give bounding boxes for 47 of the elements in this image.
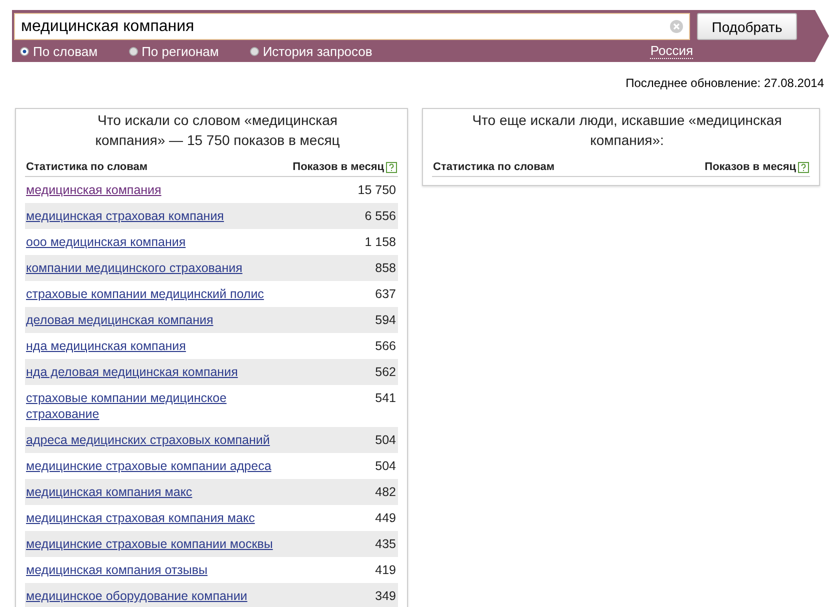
count-cell: 449	[375, 510, 396, 526]
phrase-link[interactable]: медицинская компания макс	[26, 484, 192, 500]
phrase-link[interactable]: медицинское оборудование компании	[26, 588, 248, 604]
help-icon[interactable]	[386, 162, 397, 172]
count-cell: 6 556	[364, 208, 396, 224]
phrase-link[interactable]: медицинские страховые компании адреса	[26, 458, 272, 474]
count-cell: 349	[375, 588, 396, 604]
count-cell: 419	[375, 562, 396, 578]
count-cell: 562	[375, 364, 396, 380]
count-cell: 1 158	[364, 234, 396, 250]
search-field[interactable]: медицинская компания	[14, 13, 690, 40]
panel-title: Что еще искали люди, искавшие «медицинская компания»:	[471, 111, 783, 150]
panel-title: Что искали со словом «медицинская компания» — 15 750 показов в месяц	[94, 111, 341, 150]
phrase-link[interactable]: медицинская компания отзывы	[26, 562, 208, 578]
count-cell: 637	[375, 286, 396, 302]
region-link[interactable]: Россия	[650, 43, 693, 59]
phrase-link[interactable]: медицинская страховая компания макс	[26, 510, 255, 526]
radio-option[interactable]: По регионам	[122, 44, 219, 58]
column-header: Показов в месяц	[704, 161, 796, 173]
pick-button[interactable]: Подобрать	[697, 13, 797, 40]
count-cell: 15 750	[358, 182, 396, 198]
help-icon[interactable]	[798, 162, 809, 172]
count-cell: 858	[375, 260, 396, 276]
column-header: Статистика по словам	[433, 161, 555, 173]
count-cell: 435	[375, 536, 396, 552]
phrase-link[interactable]: нда медицинская компания	[26, 338, 186, 354]
count-cell: 541	[375, 390, 396, 406]
count-cell: 594	[375, 312, 396, 328]
radio-option[interactable]: По словам	[14, 44, 98, 58]
update-date: Последнее обновление: 27.08.2014	[626, 76, 824, 92]
phrase-link[interactable]: адреса медицинских страховых компаний	[26, 432, 270, 448]
column-header: Показов в месяц	[292, 161, 384, 173]
count-cell: 482	[375, 484, 396, 500]
phrase-link[interactable]: компании медицинского страхования	[26, 260, 242, 276]
count-cell: 504	[375, 458, 396, 474]
phrase-link[interactable]: ооо медицинская компания	[26, 234, 186, 250]
count-cell: 566	[375, 338, 396, 354]
phrase-link[interactable]: медицинские страховые компании москвы	[26, 536, 273, 552]
phrase-link[interactable]: страховые компании медицинское страхование	[26, 390, 276, 422]
column-header: Статистика по словам	[26, 161, 148, 173]
phrase-link[interactable]: деловая медицинская компания	[26, 312, 214, 328]
phrase-link[interactable]: медицинская компания	[26, 182, 162, 198]
phrase-link[interactable]: страховые компании медицинский полис	[26, 286, 264, 302]
radio-option[interactable]: История запросов	[244, 44, 372, 58]
phrase-link[interactable]: нда деловая медицинская компания	[26, 364, 238, 380]
phrase-link[interactable]: медицинская страховая компания	[26, 208, 224, 224]
count-cell: 504	[375, 432, 396, 448]
